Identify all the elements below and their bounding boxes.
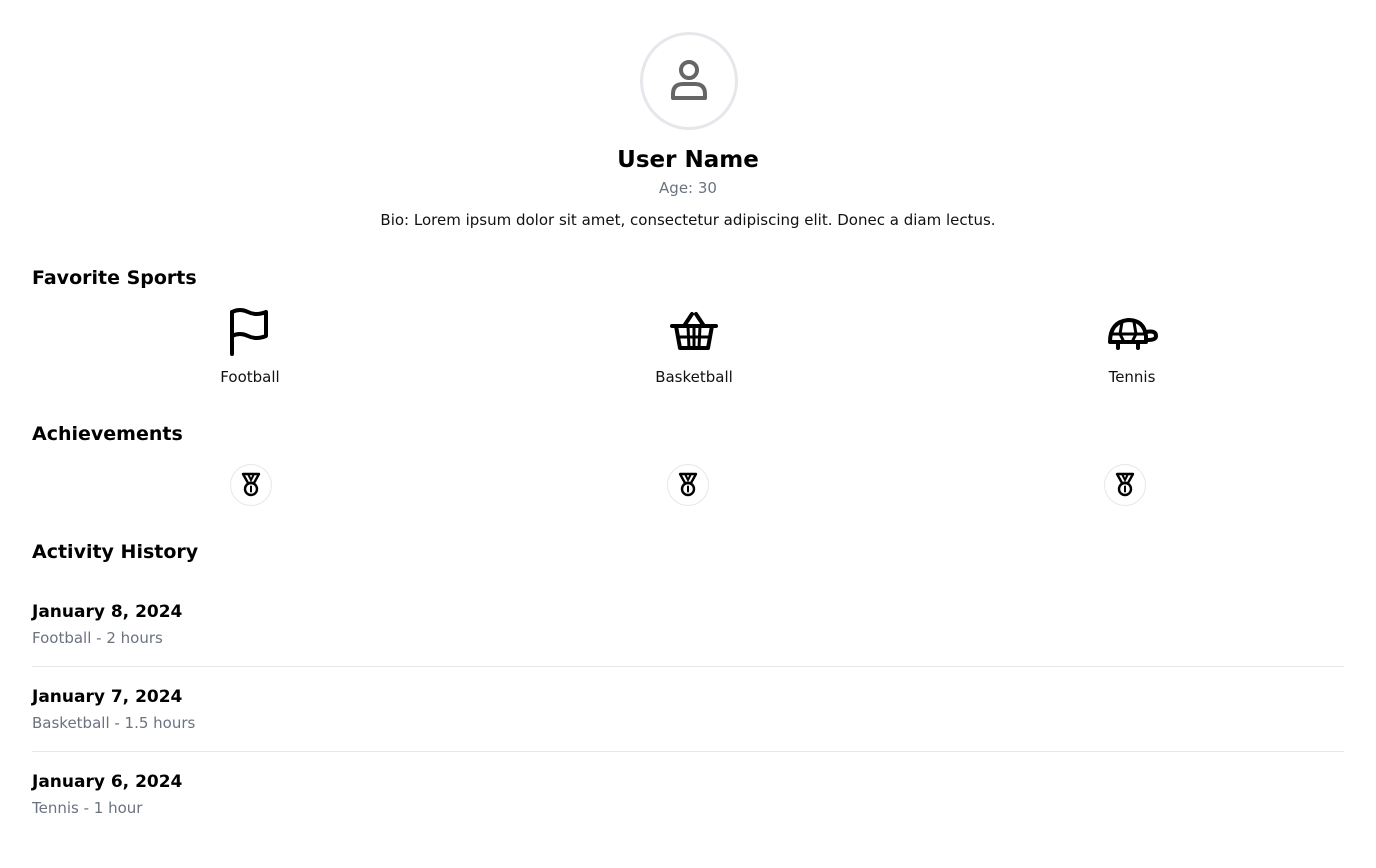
activity-history-heading: Activity History: [32, 541, 199, 563]
achievement-badge: [667, 464, 709, 506]
basket-icon: [670, 312, 718, 350]
favorite-sports-heading: Favorite Sports: [32, 267, 197, 289]
activity-detail: Tennis - 1 hour: [32, 799, 143, 817]
sport-label: Tennis: [1108, 368, 1156, 386]
activity-date: January 8, 2024: [32, 602, 183, 622]
turtle-icon: [1108, 318, 1158, 350]
sport-item-football: Football: [150, 306, 350, 387]
sport-label: Basketball: [655, 368, 733, 386]
achievements-heading: Achievements: [32, 423, 183, 445]
activity-date: January 7, 2024: [32, 687, 183, 707]
flag-icon: [230, 308, 268, 356]
activity-date: January 6, 2024: [32, 772, 183, 792]
achievement-badge: [1104, 464, 1146, 506]
activity-item: January 6, 2024 Tennis - 1 hour: [32, 770, 1344, 855]
activity-item: January 8, 2024 Football - 2 hours: [32, 600, 1344, 685]
divider: [32, 666, 1344, 667]
activity-item: January 7, 2024 Basketball - 1.5 hours: [32, 685, 1344, 770]
sport-label: Football: [220, 368, 280, 386]
activity-detail: Football - 2 hours: [32, 629, 163, 647]
medal-icon: [678, 472, 698, 497]
avatar: [640, 32, 738, 130]
sport-item-tennis: Tennis: [1032, 306, 1232, 387]
medal-icon: [241, 472, 261, 497]
medal-icon: [1115, 472, 1135, 497]
profile-page: User Name Age: 30 Bio: Lorem ipsum dolor…: [0, 0, 1376, 868]
user-icon: [671, 60, 707, 100]
user-name: User Name: [617, 147, 759, 173]
user-bio: Bio: Lorem ipsum dolor sit amet, consect…: [380, 211, 996, 229]
achievement-badge: [230, 464, 272, 506]
sport-item-basketball: Basketball: [594, 306, 794, 387]
user-age: Age: 30: [659, 179, 717, 197]
activity-detail: Basketball - 1.5 hours: [32, 714, 196, 732]
divider: [32, 751, 1344, 752]
